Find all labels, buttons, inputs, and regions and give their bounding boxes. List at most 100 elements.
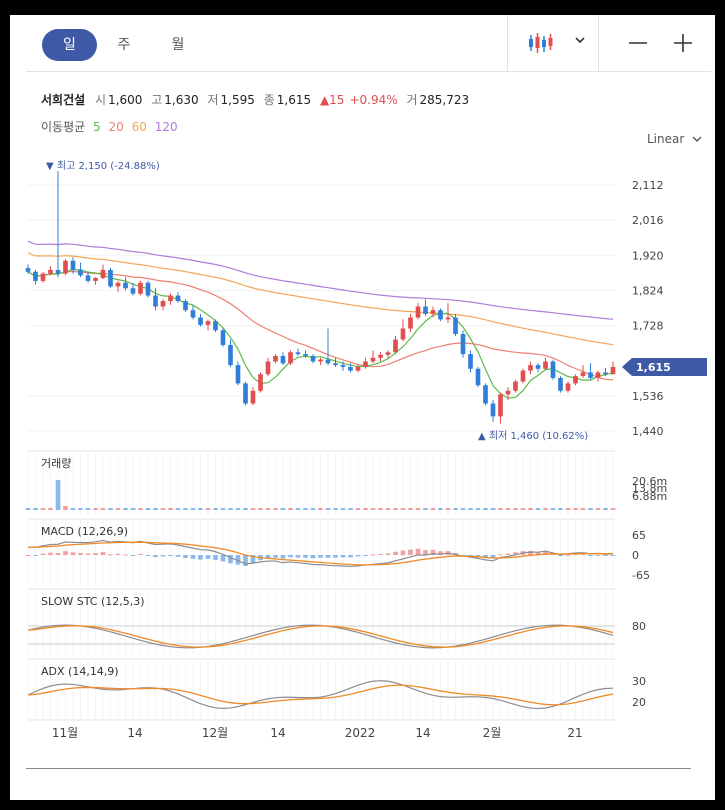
macd-histogram-bar [220, 555, 226, 562]
volume-bar [475, 508, 481, 510]
macd-histogram-bar [115, 553, 121, 556]
volume-bar [183, 508, 188, 510]
volume-bar [348, 508, 353, 510]
macd-histogram-bar [565, 554, 571, 556]
volume-bar [190, 508, 196, 510]
macd-histogram-bar [108, 554, 113, 556]
volume-bar [310, 508, 316, 510]
candle [85, 275, 91, 281]
macd-histogram-bar [603, 555, 608, 556]
candle [138, 282, 143, 294]
candle [175, 295, 181, 302]
volume-bar [288, 508, 293, 510]
candle [415, 306, 421, 318]
x-axis-label: 2022 [345, 726, 376, 740]
volume-bar [543, 508, 548, 510]
macd-histogram-bar [310, 555, 316, 559]
candle [33, 271, 38, 281]
candle [130, 288, 136, 294]
macd-histogram-bar [355, 555, 361, 557]
macd-histogram-bar [288, 555, 293, 558]
macd-histogram-bar [325, 555, 331, 558]
x-axis-label: 2월 [483, 726, 502, 740]
macd-histogram-bar [385, 553, 391, 556]
volume-bar [430, 508, 436, 510]
volume-bar [558, 508, 563, 510]
volume-bar [280, 508, 286, 510]
candle [490, 403, 496, 417]
volume-bar [168, 508, 173, 510]
candle [115, 282, 121, 287]
stock-chart[interactable]: 2,112 2,016 1,920 1,824 1,728 1,536 1,440 ▼ 최고 … [10, 15, 715, 800]
volume-bar [393, 508, 398, 510]
macd-histogram-bar [340, 555, 346, 558]
candle [145, 282, 151, 296]
macd-histogram-bar [408, 549, 413, 556]
indicator-title: 거래량 [41, 457, 71, 470]
indicator-title: MACD (12,26,9) [41, 525, 128, 538]
macd-histogram-bar [415, 548, 421, 556]
macd-tick-label: -65 [632, 569, 650, 582]
candle [288, 352, 293, 364]
macd-histogram-bar [160, 555, 166, 557]
price-tick-label: 2,112 [632, 179, 664, 192]
volume-bar [40, 508, 46, 510]
candle [100, 269, 106, 278]
candle [310, 355, 316, 362]
price-tick-label: 1,728 [632, 320, 664, 333]
macd-histogram-bar [393, 551, 398, 556]
volume-bar [145, 508, 151, 510]
candle [423, 306, 428, 314]
volume-bar [445, 508, 451, 510]
volume-bar [85, 508, 91, 510]
indicator-title: SLOW STC (12,5,3) [41, 595, 145, 608]
high-annotation: ▼ 최고 2,150 (-24.88%) [46, 160, 160, 172]
volume-bar [123, 508, 128, 510]
macd-histogram-bar [580, 554, 586, 556]
macd-histogram-bar [175, 555, 181, 557]
candle [280, 355, 286, 364]
adx-tick-label: 30 [632, 675, 646, 688]
candle [475, 368, 481, 386]
volume-bar [258, 508, 263, 510]
volume-bar [513, 508, 518, 510]
macd-histogram-bar [63, 551, 68, 556]
candle [70, 260, 76, 270]
volume-bar [63, 506, 68, 510]
candle [505, 390, 511, 395]
volume-bar [580, 508, 586, 510]
volume-bar [48, 508, 53, 510]
candle [318, 359, 323, 362]
volume-bar [138, 508, 143, 510]
candle [393, 339, 398, 353]
macd-histogram-bar [130, 555, 136, 556]
candle [220, 330, 226, 345]
candle [78, 269, 83, 276]
volume-bar [520, 508, 526, 510]
macd-histogram-bar [318, 555, 323, 558]
candle [273, 355, 278, 362]
price-tick-label: 1,536 [632, 390, 664, 403]
volume-bar [198, 508, 203, 510]
price-tick-label: 1,440 [632, 425, 664, 438]
volume-bar [610, 508, 616, 510]
candle [40, 273, 46, 281]
candle [258, 374, 263, 391]
candle [603, 372, 608, 375]
x-axis-label: 12월 [202, 726, 228, 740]
volume-bar [235, 508, 241, 510]
candle [408, 317, 413, 329]
volume-bar [565, 508, 571, 510]
macd-histogram-bar [48, 552, 53, 556]
volume-bar [535, 508, 541, 510]
volume-bar [340, 508, 346, 510]
candle [468, 354, 473, 369]
macd-histogram-bar [505, 553, 511, 556]
x-axis-label: 14 [415, 726, 430, 740]
candle [160, 301, 166, 307]
volume-bar [228, 508, 233, 510]
candle [513, 381, 518, 391]
macd-histogram-bar [93, 553, 98, 556]
macd-histogram-bar [333, 555, 338, 558]
macd-histogram-bar [85, 553, 91, 556]
